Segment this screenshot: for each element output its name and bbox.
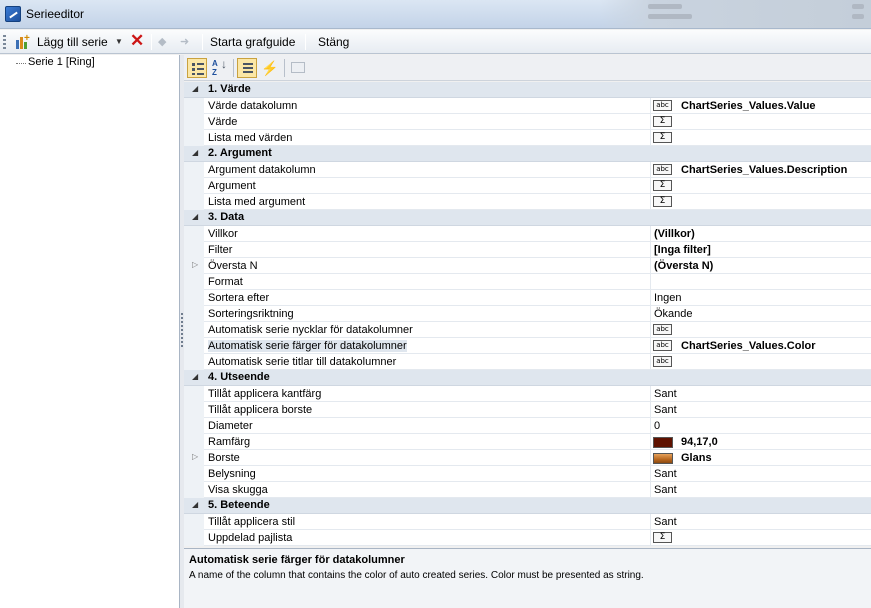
- string-type-icon[interactable]: abc: [653, 164, 672, 175]
- property-row[interactable]: Diameter 0: [184, 418, 871, 434]
- property-row[interactable]: ▷ Översta N (Översta N): [184, 258, 871, 274]
- property-row[interactable]: Belysning Sant: [184, 466, 871, 482]
- categorized-view-icon[interactable]: [187, 58, 207, 78]
- window-title: Serieeditor: [26, 7, 85, 21]
- delete-series-icon[interactable]: ✕: [130, 32, 144, 50]
- events-lightning-icon[interactable]: ⚡: [260, 58, 280, 78]
- app-icon: [5, 6, 21, 22]
- expression-sigma-icon[interactable]: Σ: [653, 116, 672, 127]
- property-row[interactable]: ▷ Borste Glans: [184, 450, 871, 466]
- property-row[interactable]: Visa skugga Sant: [184, 482, 871, 498]
- category-value[interactable]: ◢ 1. Värde: [184, 82, 871, 98]
- add-series-dropdown-icon[interactable]: ▼: [115, 33, 123, 51]
- category-argument[interactable]: ◢ 2. Argument: [184, 146, 871, 162]
- string-type-icon[interactable]: abc: [653, 100, 672, 111]
- string-type-icon[interactable]: abc: [653, 340, 672, 351]
- property-row[interactable]: Ramfärg 94,17,0: [184, 434, 871, 450]
- property-row[interactable]: Värde Σ: [184, 114, 871, 130]
- category-appearance[interactable]: ◢ 4. Utseende: [184, 370, 871, 386]
- property-row[interactable]: Uppdelad pajlista Σ: [184, 530, 871, 546]
- sort-alphabetical-icon[interactable]: A Z ↓: [209, 58, 229, 78]
- pg-toolbar-separator: [284, 59, 285, 77]
- expression-sigma-icon[interactable]: Σ: [653, 132, 672, 143]
- property-row[interactable]: Sortera efter Ingen: [184, 290, 871, 306]
- add-series-button[interactable]: Lägg till serie: [37, 33, 108, 51]
- move-down-icon[interactable]: ➜: [180, 33, 189, 51]
- property-grid-toolbar: A Z ↓ ⚡: [184, 55, 871, 81]
- collapse-icon[interactable]: ◢: [192, 148, 198, 157]
- toolbar-separator: [151, 34, 152, 50]
- description-text: A name of the column that contains the c…: [189, 570, 644, 581]
- category-data[interactable]: ◢ 3. Data: [184, 210, 871, 226]
- property-row[interactable]: Lista med värden Σ: [184, 130, 871, 146]
- property-row[interactable]: Automatisk serie titlar till datakolumne…: [184, 354, 871, 370]
- collapse-icon[interactable]: ◢: [192, 500, 198, 509]
- expression-sigma-icon[interactable]: Σ: [653, 180, 672, 191]
- category-behavior[interactable]: ◢ 5. Beteende: [184, 498, 871, 514]
- expression-sigma-icon[interactable]: Σ: [653, 532, 672, 543]
- collapse-icon[interactable]: ◢: [192, 212, 198, 221]
- series-tree: Serie 1 [Ring]: [0, 55, 180, 608]
- pg-toolbar-separator: [233, 59, 234, 77]
- property-row[interactable]: Filter [Inga filter]: [184, 242, 871, 258]
- property-row-selected[interactable]: Automatisk serie färger för datakolumner…: [184, 338, 871, 354]
- property-row[interactable]: Tillåt applicera borste Sant: [184, 402, 871, 418]
- toolbar-grip[interactable]: [3, 35, 6, 49]
- brush-swatch[interactable]: [653, 453, 673, 464]
- collapse-icon[interactable]: ◢: [192, 84, 198, 93]
- expand-icon[interactable]: ▷: [192, 260, 198, 269]
- description-title: Automatisk serie färger för datakolumner: [189, 554, 405, 566]
- property-row[interactable]: Argument Σ: [184, 178, 871, 194]
- close-button[interactable]: Stäng: [318, 33, 349, 51]
- property-row[interactable]: Värde datakolumn abc ChartSeries_Values.…: [184, 98, 871, 114]
- property-row[interactable]: Sorteringsriktning Ökande: [184, 306, 871, 322]
- property-row[interactable]: Tillåt applicera kantfärg Sant: [184, 386, 871, 402]
- add-series-icon[interactable]: +: [15, 34, 31, 50]
- property-grid: ◢ 1. Värde Värde datakolumn abc ChartSer…: [184, 82, 871, 546]
- tree-item-series-1[interactable]: Serie 1 [Ring]: [28, 56, 95, 68]
- property-row[interactable]: Tillåt applicera stil Sant: [184, 514, 871, 530]
- properties-view-icon[interactable]: [237, 58, 257, 78]
- start-chart-wizard-button[interactable]: Starta grafguide: [210, 33, 295, 51]
- toolbar-separator: [202, 34, 203, 50]
- string-type-icon[interactable]: abc: [653, 356, 672, 367]
- property-pages-icon[interactable]: [288, 58, 308, 78]
- move-up-icon[interactable]: ◆: [158, 33, 166, 51]
- tree-line: [16, 63, 26, 64]
- description-panel: Automatisk serie färger för datakolumner…: [184, 548, 871, 608]
- property-row[interactable]: Format: [184, 274, 871, 290]
- property-row[interactable]: Automatisk serie nycklar för datakolumne…: [184, 322, 871, 338]
- expand-icon[interactable]: ▷: [192, 452, 198, 461]
- collapse-icon[interactable]: ◢: [192, 372, 198, 381]
- splitter-grip[interactable]: [181, 313, 183, 349]
- property-row[interactable]: Villkor (Villkor): [184, 226, 871, 242]
- expression-sigma-icon[interactable]: Σ: [653, 196, 672, 207]
- border-color-swatch[interactable]: [653, 437, 673, 448]
- property-row[interactable]: Lista med argument Σ: [184, 194, 871, 210]
- property-row[interactable]: Argument datakolumn abc ChartSeries_Valu…: [184, 162, 871, 178]
- toolbar-separator: [305, 34, 306, 50]
- background-window-blur: [600, 0, 871, 28]
- main-toolbar: + Lägg till serie ▼ ✕ ◆ ➜ Starta grafgui…: [0, 30, 871, 54]
- string-type-icon[interactable]: abc: [653, 324, 672, 335]
- title-bar: Serieeditor: [0, 0, 871, 29]
